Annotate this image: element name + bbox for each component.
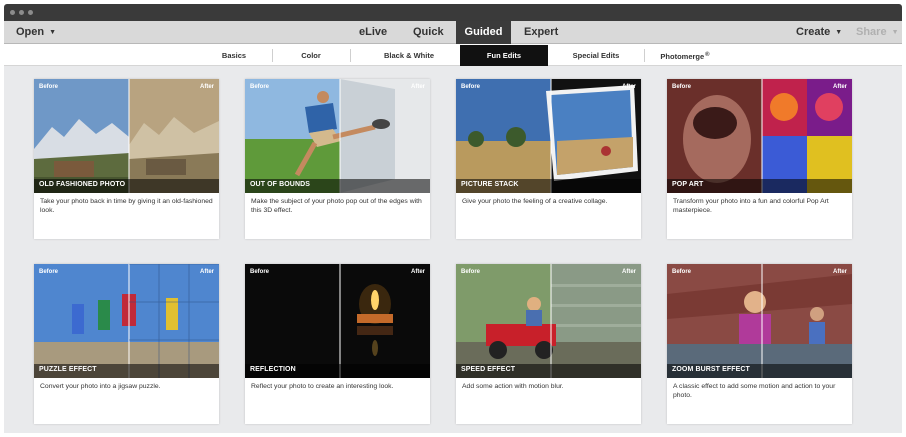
card-description: A classic effect to add some motion and … [673, 383, 836, 399]
create-label: Create [796, 26, 831, 38]
before-label: Before [39, 269, 59, 275]
after-label: After [199, 269, 214, 275]
chevron-down-icon: ▼ [835, 29, 843, 36]
after-label: After [621, 84, 636, 90]
picture-stack-preview-image: Before After PICTURE STACK [456, 79, 641, 193]
card-title: ZOOM BURST EFFECT [672, 366, 750, 373]
photomerge-label: Photomerge [660, 52, 705, 61]
zoom-window-icon[interactable] [28, 10, 33, 15]
open-label: Open [16, 26, 45, 38]
old-fashioned-preview-image: Before After OLD FASHIONED PHOTO [34, 79, 219, 193]
card-description: Reflect your photo to create an interest… [251, 383, 394, 390]
chevron-down-icon: ▼ [49, 29, 57, 36]
tab-divider [350, 49, 351, 62]
card-picture-stack[interactable]: Before After PICTURE STACK Give your pho… [456, 79, 641, 239]
open-menu-button[interactable]: Open ▼ [16, 21, 56, 44]
before-label: Before [250, 84, 270, 90]
after-label: After [199, 84, 214, 90]
card-speed-effect[interactable]: Before After SPEED EFFECT Add some actio… [456, 264, 641, 424]
card-title: OLD FASHIONED PHOTO [39, 181, 126, 188]
after-label: After [832, 269, 847, 275]
card-title: REFLECTION [250, 366, 296, 373]
chevron-down-icon: ▼ [891, 29, 899, 36]
card-title: OUT OF BOUNDS [250, 181, 311, 188]
card-description: Transform your photo into a fun and colo… [673, 198, 829, 214]
card-zoom-burst-effect[interactable]: Before After ZOOM BURST EFFECT A classic… [667, 264, 852, 424]
card-description: Convert your photo into a jigsaw puzzle. [40, 383, 161, 390]
card-title: PICTURE STACK [461, 181, 519, 188]
mode-tab-elive[interactable]: eLive [359, 21, 387, 44]
tab-divider [272, 49, 273, 62]
window-titlebar [4, 4, 902, 21]
share-menu-button[interactable]: Share ▼ [856, 21, 899, 44]
out-of-bounds-preview-image: Before After OUT OF BOUNDS [245, 79, 430, 193]
tab-color[interactable]: Color [276, 45, 346, 66]
guided-category-tabs: Basics Color Black & White Fun Edits Spe… [4, 45, 902, 66]
create-menu-button[interactable]: Create ▼ [796, 21, 842, 44]
speed-effect-preview-image: Before After SPEED EFFECT [456, 264, 641, 378]
card-reflection[interactable]: Before After REFLECTION Reflect your pho… [245, 264, 430, 424]
mode-menubar: Open ▼ eLive Quick Guided Expert Create ▼ … [4, 21, 902, 44]
card-title: SPEED EFFECT [461, 366, 516, 373]
close-window-icon[interactable] [10, 10, 15, 15]
puzzle-effect-preview-image: Before After PUZZLE EFFECT [34, 264, 219, 378]
before-label: Before [672, 269, 692, 275]
card-description: Take your photo back in time by giving i… [40, 198, 213, 214]
card-description: Add some action with motion blur. [462, 383, 564, 390]
registered-mark-icon: ® [705, 52, 710, 58]
tab-fun-edits[interactable]: Fun Edits [460, 45, 548, 66]
after-label: After [410, 84, 425, 90]
tab-divider [644, 49, 645, 62]
card-pop-art[interactable]: Before After POP ART Transform your phot… [667, 79, 852, 239]
card-old-fashioned-photo[interactable]: Before After OLD FASHIONED PHOTO Take yo… [34, 79, 219, 239]
before-label: Before [672, 84, 692, 90]
mode-tab-quick[interactable]: Quick [413, 21, 444, 44]
before-label: Before [461, 269, 481, 275]
card-title: POP ART [672, 181, 704, 188]
minimize-window-icon[interactable] [19, 10, 24, 15]
reflection-preview-image: Before After REFLECTION [245, 264, 430, 378]
after-label: After [410, 269, 425, 275]
before-label: Before [461, 84, 481, 90]
card-title: PUZZLE EFFECT [39, 366, 97, 373]
before-label: Before [250, 269, 270, 275]
card-out-of-bounds[interactable]: Before After OUT OF BOUNDS Make the subj… [245, 79, 430, 239]
card-description: Give your photo the feeling of a creativ… [462, 198, 608, 205]
card-puzzle-effect[interactable]: Before After PUZZLE EFFECT Convert your … [34, 264, 219, 424]
pop-art-preview-image: Before After POP ART [667, 79, 852, 193]
after-label: After [621, 269, 636, 275]
tab-photomerge[interactable]: Photomerge® [648, 45, 722, 66]
after-label: After [832, 84, 847, 90]
guided-mode-window: Open ▼ eLive Quick Guided Expert Create ▼ … [0, 0, 906, 437]
tab-black-white[interactable]: Black & White [354, 45, 464, 66]
mode-tab-guided[interactable]: Guided [456, 21, 511, 44]
tab-basics[interactable]: Basics [200, 45, 268, 66]
tab-special-edits[interactable]: Special Edits [556, 45, 636, 66]
before-label: Before [39, 84, 59, 90]
guided-edits-gallery: Before After OLD FASHIONED PHOTO Take yo… [4, 66, 902, 433]
mode-tab-expert[interactable]: Expert [524, 21, 558, 44]
card-description: Make the subject of your photo pop out o… [251, 198, 422, 214]
zoom-burst-preview-image: Before After ZOOM BURST EFFECT [667, 264, 852, 378]
share-label: Share [856, 26, 887, 38]
